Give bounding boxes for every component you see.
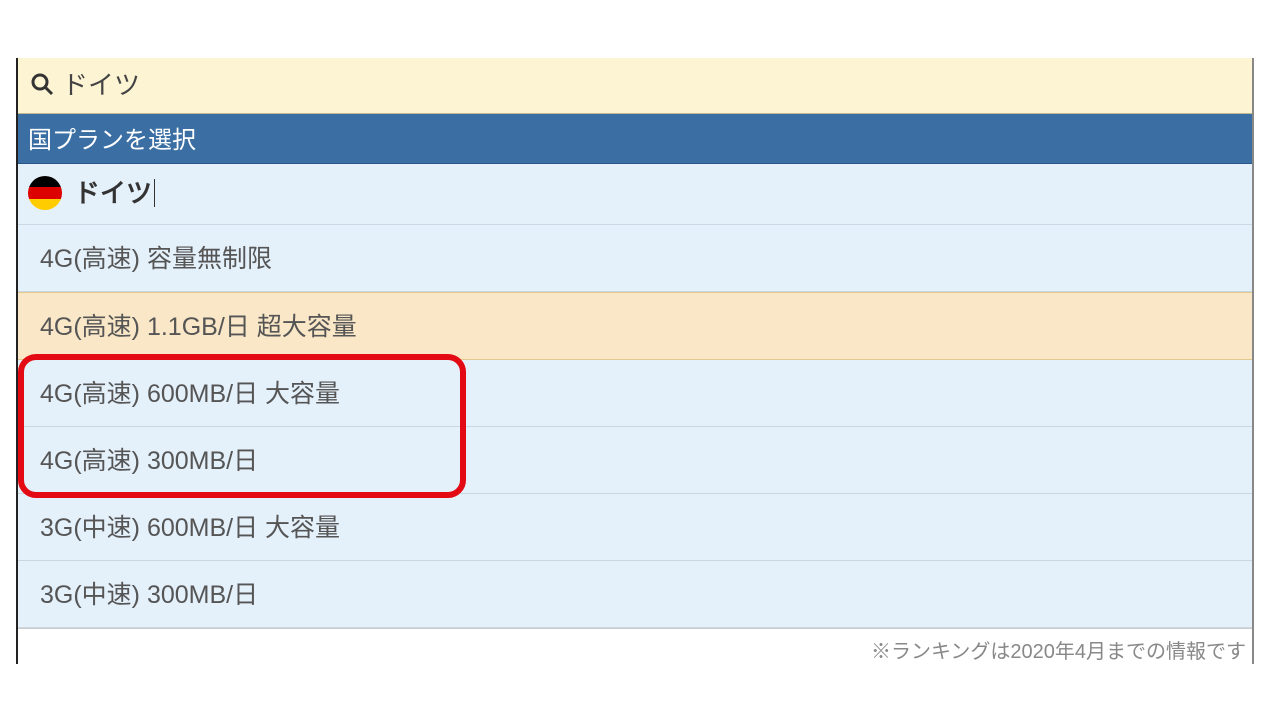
- search-icon: [30, 72, 54, 96]
- footer-note-text: ※ランキングは2020年4月までの情報です: [871, 641, 1246, 663]
- panel: 国プランを選択 ドイツ 4G(高速) 容量無制限 4G(高速) 1.1GB/日 超…: [16, 58, 1254, 664]
- footer-note: ※ランキングは2020年4月までの情報です: [18, 628, 1252, 664]
- flag-germany-icon: [28, 176, 62, 210]
- plan-item[interactable]: 3G(中速) 300MB/日: [18, 561, 1252, 628]
- search-bar: [18, 58, 1252, 114]
- plan-label: 3G(中速) 600MB/日 大容量: [40, 514, 340, 542]
- plan-item[interactable]: 4G(高速) 1.1GB/日 超大容量: [18, 292, 1252, 360]
- country-header: ドイツ: [18, 164, 1252, 225]
- plan-item[interactable]: 4G(高速) 300MB/日: [18, 427, 1252, 494]
- search-input[interactable]: [62, 68, 1240, 99]
- plan-label: 4G(高速) 600MB/日 大容量: [40, 380, 340, 408]
- country-name: ドイツ: [74, 179, 155, 208]
- plan-label: 3G(中速) 300MB/日: [40, 581, 258, 609]
- plan-list: 4G(高速) 容量無制限 4G(高速) 1.1GB/日 超大容量 4G(高速) 60…: [18, 225, 1252, 628]
- plan-label: 4G(高速) 300MB/日: [40, 447, 258, 475]
- plan-item[interactable]: 4G(高速) 600MB/日 大容量: [18, 360, 1252, 427]
- plan-label: 4G(高速) 1.1GB/日 超大容量: [40, 313, 357, 341]
- plan-label: 4G(高速) 容量無制限: [40, 245, 272, 273]
- section-header-label: 国プランを選択: [28, 127, 196, 154]
- plan-item[interactable]: 4G(高速) 容量無制限: [18, 225, 1252, 292]
- section-header: 国プランを選択: [18, 114, 1252, 164]
- plan-item[interactable]: 3G(中速) 600MB/日 大容量: [18, 494, 1252, 561]
